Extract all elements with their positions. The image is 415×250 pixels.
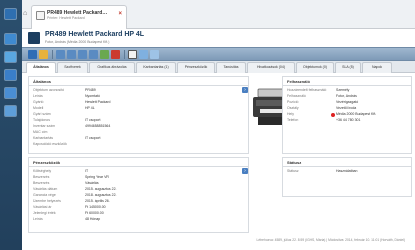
- status-dot: [331, 112, 335, 117]
- copy-icon[interactable]: [139, 50, 148, 59]
- panel-title: Státusz: [283, 158, 411, 167]
- forward-icon[interactable]: [67, 50, 76, 59]
- attach-icon[interactable]: [150, 50, 159, 59]
- panel-title: Pénzeszközök: [29, 158, 248, 167]
- edit-icon[interactable]: [39, 50, 48, 59]
- page-title: PR489 Hewlett Packard HP 4L: [45, 31, 145, 38]
- ticket-icon[interactable]: [4, 51, 17, 63]
- tab-graphic[interactable]: Grafikus ábrázolás: [89, 62, 135, 73]
- logo-icon: [4, 8, 17, 20]
- general-panel: Általános Objektum azonosító PR489 Leírás…: [28, 76, 249, 154]
- toolbar: [22, 47, 415, 61]
- tab-subtitle: Printer: Hewlett Packard: [47, 16, 85, 20]
- app-sidebar: [0, 0, 22, 250]
- panel-title: Általános: [29, 77, 248, 86]
- status-panel: Státusz Státusz Használatban: [282, 157, 412, 197]
- open-lookup-button[interactable]: ›: [242, 168, 248, 174]
- tab-general[interactable]: Általános: [26, 62, 56, 73]
- record-footer: Létrehozva: 4589, július 22. 8:59 (IGHS,…: [256, 238, 406, 242]
- tab-sla[interactable]: SLA (5): [335, 62, 361, 73]
- tab-finance[interactable]: Pénzeszközök: [177, 62, 215, 73]
- finance-panel: Pénzeszközök Költséghely IT Beszerzés Spri…: [28, 157, 249, 233]
- tab-maintenance[interactable]: Karbantartás (1): [136, 62, 176, 73]
- last-icon[interactable]: [89, 50, 98, 59]
- tab-objects[interactable]: Objektumok (0): [296, 62, 334, 73]
- print-icon[interactable]: [128, 50, 137, 59]
- document-icon[interactable]: [4, 105, 17, 117]
- section-tabs: Általános Szoftverek Grafikus ábrázolás …: [22, 61, 415, 73]
- refresh-icon[interactable]: [100, 50, 109, 59]
- field-row: Kapcsolódó eszközök: [33, 142, 67, 146]
- printer-icon: [36, 11, 45, 20]
- field-row: Telefon +36 44 780 301: [287, 118, 361, 122]
- home-icon[interactable]: ⌂: [23, 10, 30, 18]
- people-icon[interactable]: [4, 33, 17, 45]
- page-subtitle: Fotor, András (Média 2000 Budapest Kft.): [45, 40, 110, 44]
- shield-icon[interactable]: [4, 69, 17, 81]
- delete-icon[interactable]: [111, 50, 120, 59]
- panel-title: Felhasználó: [283, 77, 411, 86]
- toolbar-separator: [124, 50, 125, 59]
- close-icon[interactable]: ×: [118, 11, 122, 17]
- window-tab-bar: ⌂ PR489 Hewlett Packard… Printer: Hewlet…: [22, 0, 415, 29]
- tab-certification[interactable]: Tanúsítás: [216, 62, 246, 73]
- field-row: Leírás 48 Hónap: [33, 217, 101, 221]
- contact-panel: Felhasználó Hozzárendelt felhasználó Szem…: [282, 76, 412, 154]
- chart-icon[interactable]: [4, 87, 17, 99]
- save-icon[interactable]: [28, 50, 37, 59]
- tab-days[interactable]: Napok: [362, 62, 392, 73]
- toolbar-separator: [52, 50, 53, 59]
- field-row: Státusz Használatban: [287, 169, 358, 173]
- tab-software[interactable]: Szoftverek: [57, 62, 88, 73]
- tab-references[interactable]: Hivatkozások (04): [247, 62, 295, 73]
- open-lookup-button[interactable]: ›: [242, 87, 248, 93]
- record-header: PR489 Hewlett Packard HP 4L Fotor, Andrá…: [22, 29, 415, 47]
- window-tab[interactable]: PR489 Hewlett Packard… Printer: Hewlett …: [31, 5, 127, 29]
- back-icon[interactable]: [56, 50, 65, 59]
- first-icon[interactable]: [78, 50, 87, 59]
- printer-icon: [28, 32, 40, 44]
